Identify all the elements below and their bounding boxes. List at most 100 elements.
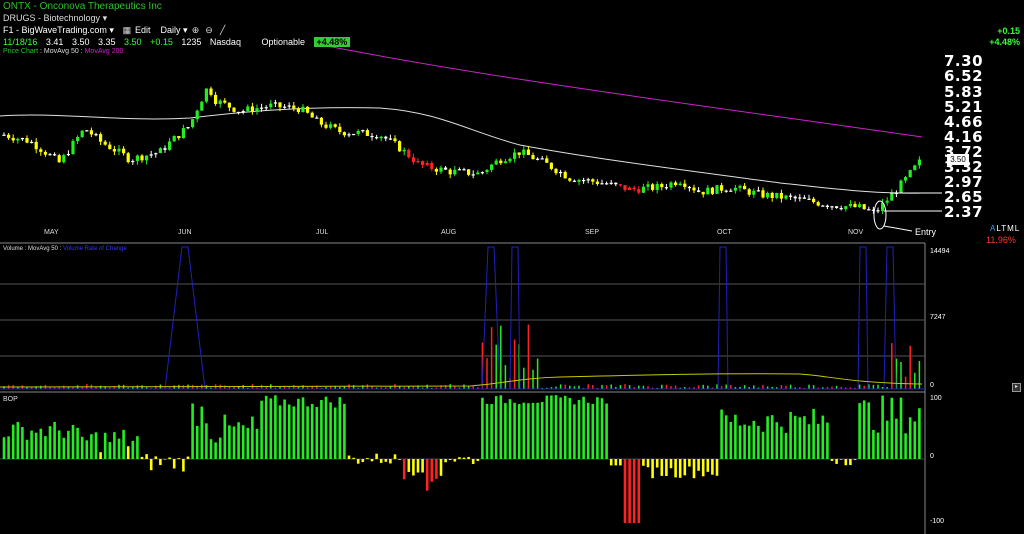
candle — [835, 206, 839, 209]
candle — [416, 161, 420, 163]
last-price-marker: 3.50 — [947, 154, 969, 165]
candle — [319, 117, 323, 125]
candle — [471, 174, 475, 176]
candle — [430, 163, 434, 169]
candle — [117, 148, 121, 152]
candle — [655, 184, 659, 190]
candle — [16, 138, 20, 141]
candle — [48, 154, 52, 156]
volume-roc-spike — [883, 246, 897, 390]
candle — [94, 134, 98, 136]
quote-low: 3.35 — [97, 37, 116, 47]
candle — [885, 200, 889, 203]
month-label: SEP — [585, 229, 600, 236]
candle — [848, 203, 852, 207]
edit-button[interactable]: Edit — [135, 25, 151, 35]
candle — [756, 190, 760, 192]
grid-icon[interactable]: ▦ — [121, 25, 132, 35]
candle — [163, 148, 167, 150]
candle — [802, 197, 806, 199]
candle — [172, 135, 176, 142]
candle — [278, 102, 282, 108]
candle — [485, 169, 489, 173]
candle — [540, 158, 544, 160]
legend-vol-roc: Volume Rate of Change — [62, 246, 127, 252]
candle — [462, 169, 466, 171]
candle — [255, 108, 259, 113]
candle — [499, 160, 503, 164]
chevron-down-icon[interactable]: ▾ — [183, 25, 188, 35]
candle — [273, 102, 277, 104]
quote-change: +0.15 — [150, 37, 173, 47]
zoom-out-icon[interactable]: ⊖ — [204, 25, 215, 35]
candle — [761, 190, 765, 198]
zoom-in-icon[interactable]: ⊕ — [190, 25, 201, 35]
candle — [697, 190, 701, 192]
candle — [122, 148, 126, 154]
bop-axis-zero: 0 — [930, 453, 934, 460]
volume-legend: Volume : MovAvg 50 : Volume Rate of Chan… — [3, 246, 127, 252]
candle — [333, 124, 337, 127]
candle — [858, 204, 862, 208]
candle — [177, 135, 181, 139]
chevron-down-icon[interactable]: ▾ — [103, 13, 108, 23]
volume-ma-line — [0, 373, 923, 388]
toolbar: F1 - BigWaveTrading.com ▾ ▦ Edit Daily ▾… — [3, 25, 228, 35]
candle — [223, 100, 227, 103]
candle — [687, 186, 691, 189]
candle — [641, 186, 645, 193]
percent-readout: 11.96% — [986, 235, 1016, 245]
candle — [407, 149, 411, 158]
candle — [821, 205, 825, 207]
candle — [563, 171, 567, 179]
candle — [80, 130, 84, 137]
candle — [867, 209, 871, 211]
candle — [421, 161, 425, 166]
candle — [11, 137, 15, 141]
candle — [375, 137, 379, 139]
candle — [784, 195, 788, 199]
candle — [402, 149, 406, 152]
candle — [140, 155, 144, 161]
candle — [830, 206, 834, 208]
candle — [342, 132, 346, 136]
candle — [899, 180, 903, 193]
entry-circle — [873, 200, 887, 230]
candle — [99, 134, 103, 142]
candle — [250, 106, 254, 113]
chevron-down-icon[interactable]: ▾ — [109, 25, 114, 35]
candle — [609, 182, 613, 184]
candle — [701, 191, 705, 195]
candle — [324, 124, 328, 128]
candle — [476, 172, 480, 175]
candle — [559, 171, 563, 174]
candle — [678, 183, 682, 185]
candle — [356, 131, 360, 134]
candle — [591, 179, 595, 182]
candle — [108, 144, 112, 150]
candle — [241, 111, 245, 113]
bop-axis-top: 100 — [930, 395, 942, 402]
legend-price: Price Chart — [3, 48, 39, 55]
candle — [628, 187, 632, 191]
mode-rest[interactable]: LTML — [996, 224, 1020, 233]
mode-selector[interactable]: ALTML — [990, 224, 1020, 233]
stock-chart[interactable] — [0, 0, 1024, 534]
candle — [347, 134, 351, 136]
volume-axis-zero: 0 — [930, 382, 934, 389]
candle — [264, 107, 268, 109]
candle — [365, 130, 369, 136]
candle — [370, 135, 374, 138]
candle — [545, 158, 549, 163]
volume-axis-mid: 7247 — [930, 314, 946, 321]
candle — [669, 182, 673, 188]
draw-line-icon[interactable]: ╱ — [217, 25, 228, 35]
legend-vol-ma: MovAvg 50 — [28, 246, 58, 252]
candle — [168, 141, 172, 150]
candle — [513, 152, 517, 159]
scroll-right-button[interactable]: ▸ — [1012, 383, 1021, 392]
candle — [361, 130, 365, 132]
candle — [425, 163, 429, 166]
candle — [715, 185, 719, 194]
interval-select[interactable]: Daily — [160, 25, 180, 35]
